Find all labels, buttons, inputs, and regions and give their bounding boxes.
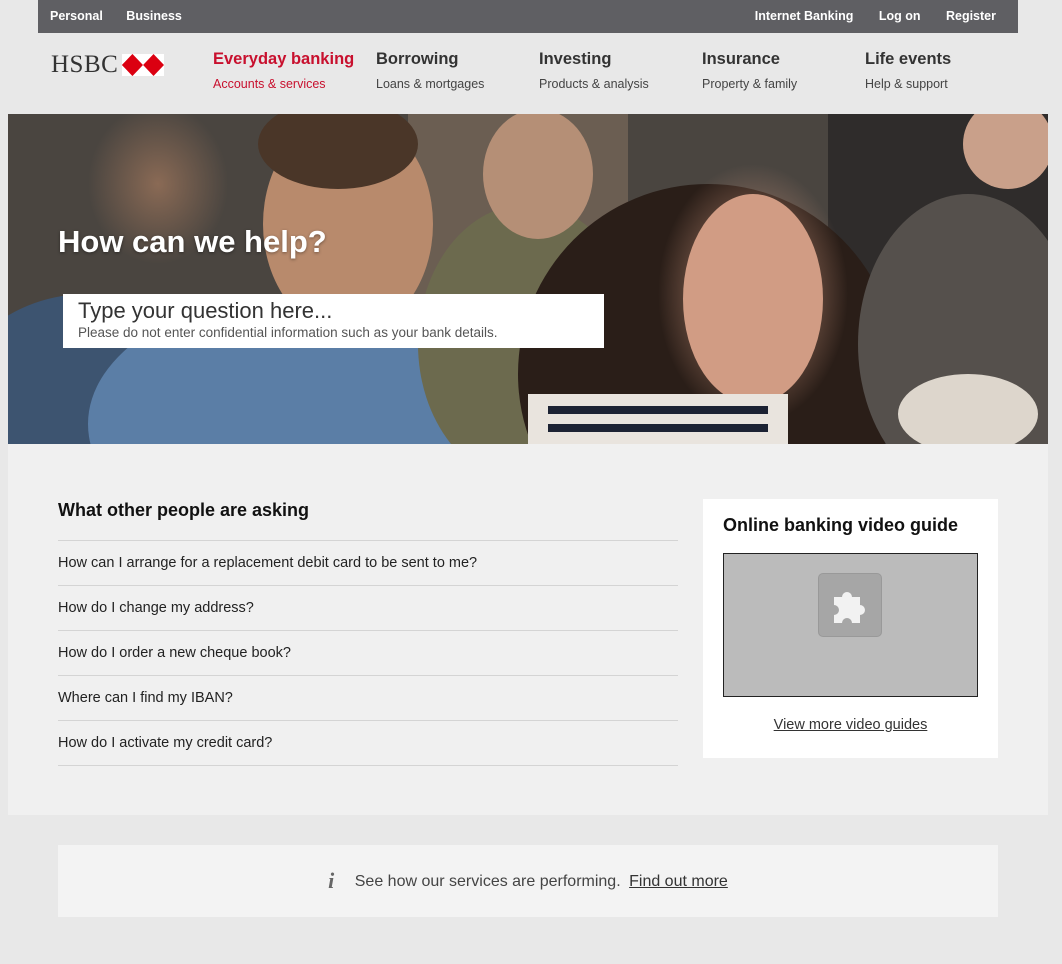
service-status-text: See how our services are performing. xyxy=(354,873,621,890)
faq-item[interactable]: How do I change my address? xyxy=(58,586,678,631)
register-link[interactable]: Register xyxy=(946,9,996,23)
service-status-notice: i See how our services are performing. F… xyxy=(58,845,998,917)
faq-item[interactable]: Where can I find my IBAN? xyxy=(58,676,678,721)
question-search-box: Please do not enter confidential informa… xyxy=(63,294,604,348)
faq-section: What other people are asking How can I a… xyxy=(58,500,678,766)
nav-title: Investing xyxy=(539,50,612,68)
hsbc-hexagon-icon xyxy=(122,54,165,76)
video-guide-card: Online banking video guide View more vid… xyxy=(703,499,998,758)
nav-title: Life events xyxy=(865,50,952,68)
account-links: Internet Banking Log on Register xyxy=(733,9,996,23)
internet-banking-link[interactable]: Internet Banking xyxy=(755,9,854,23)
faq-heading: What other people are asking xyxy=(58,500,310,520)
hsbc-logo[interactable]: HSBC xyxy=(51,51,165,78)
nav-borrowing[interactable]: Borrowing Loans & mortgages xyxy=(376,50,484,91)
info-icon: i xyxy=(328,868,335,893)
video-player[interactable] xyxy=(723,553,978,697)
faq-item[interactable]: How do I order a new cheque book? xyxy=(58,631,678,676)
nav-title: Everyday banking xyxy=(213,50,355,68)
hero-photo xyxy=(8,114,1048,444)
nav-subtitle: Products & analysis xyxy=(539,77,649,91)
find-out-more-link[interactable]: Find out more xyxy=(629,873,728,890)
puzzle-piece-icon xyxy=(818,573,882,637)
video-guide-heading: Online banking video guide xyxy=(723,515,959,535)
nav-subtitle: Loans & mortgages xyxy=(376,77,485,91)
nav-insurance[interactable]: Insurance Property & family xyxy=(702,50,797,91)
nav-everyday-banking[interactable]: Everyday banking Accounts & services xyxy=(213,50,354,91)
faq-item[interactable]: How do I activate my credit card? xyxy=(58,721,678,766)
hero-banner: How can we help? Please do not enter con… xyxy=(8,114,1048,444)
question-input[interactable] xyxy=(78,298,589,324)
log-on-link[interactable]: Log on xyxy=(879,9,921,23)
business-link[interactable]: Business xyxy=(126,9,182,23)
faq-item[interactable]: How can I arrange for a replacement debi… xyxy=(58,541,678,586)
nav-investing[interactable]: Investing Products & analysis xyxy=(539,50,649,91)
nav-subtitle: Property & family xyxy=(702,77,798,91)
hero-heading: How can we help? xyxy=(58,224,327,259)
utility-bar: Personal Business Internet Banking Log o… xyxy=(38,0,1018,33)
nav-title: Insurance xyxy=(702,50,780,68)
nav-subtitle: Help & support xyxy=(865,77,948,91)
nav-title: Borrowing xyxy=(376,50,459,68)
segment-links: Personal Business xyxy=(50,9,202,23)
nav-life-events[interactable]: Life events Help & support xyxy=(865,50,951,91)
main-content: What other people are asking How can I a… xyxy=(8,444,1048,815)
faq-list: How can I arrange for a replacement debi… xyxy=(58,540,678,766)
nav-subtitle: Accounts & services xyxy=(213,77,326,91)
site-header: HSBC Everyday banking Accounts & service… xyxy=(0,33,1062,114)
personal-link[interactable]: Personal xyxy=(50,9,103,23)
search-disclaimer: Please do not enter confidential informa… xyxy=(78,325,498,340)
view-more-video-guides-link[interactable]: View more video guides xyxy=(723,717,978,733)
logo-text: HSBC xyxy=(51,51,119,78)
